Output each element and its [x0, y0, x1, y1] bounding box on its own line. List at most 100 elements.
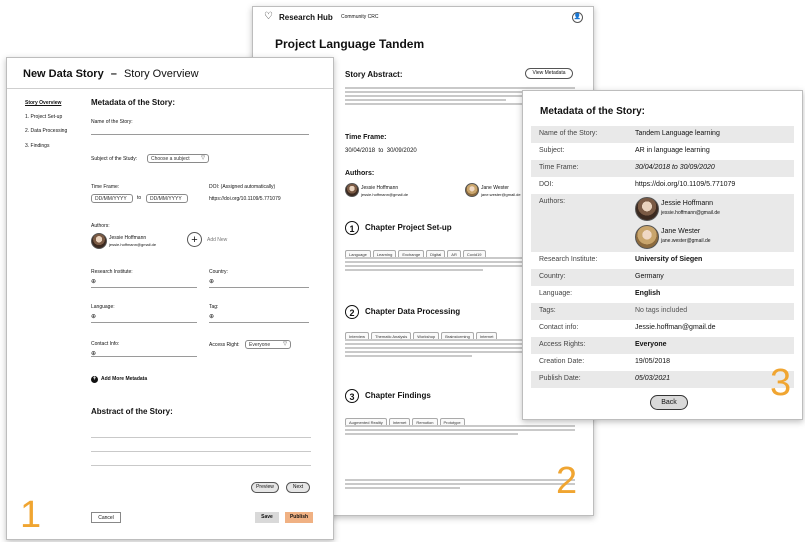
save-button[interactable]: Save — [255, 512, 279, 523]
meta-row: Name of the Story: Tandem Language learni… — [531, 126, 794, 143]
user-icon[interactable]: 👤 — [572, 12, 583, 23]
chevron-down-icon: ▽ — [283, 341, 287, 347]
institute-input[interactable] — [91, 287, 197, 288]
name-input[interactable] — [91, 134, 309, 135]
tag-label: Tag: — [209, 304, 219, 310]
meta-value: 30/04/2018 to 30/09/2020 — [635, 164, 715, 171]
header-dash: – — [110, 68, 117, 80]
back-button[interactable]: Back — [650, 395, 688, 410]
meta-value: AR in language learning — [635, 147, 710, 154]
chapter-number: 2 — [345, 305, 359, 319]
chapter-number: 1 — [345, 221, 359, 235]
country-add-icon[interactable]: ⊕ — [209, 278, 214, 285]
chapter-title[interactable]: Chapter Data Processing — [365, 307, 460, 316]
meta-row: Access Rights: Everyone — [531, 337, 794, 354]
chevron-down-icon: ▽ — [201, 155, 205, 161]
language-add-icon[interactable]: ⊕ — [91, 313, 96, 320]
meta-key: Creation Date: — [539, 358, 585, 365]
meta-key: DOI: — [539, 181, 554, 188]
date-to-input[interactable]: DD/MM/YYYY — [146, 194, 188, 203]
community-label[interactable]: Community CRC — [341, 14, 379, 20]
sidebar-item-story-overview[interactable]: Story Overview — [25, 100, 61, 106]
add-more-metadata-button[interactable]: + Add More Metadata — [91, 376, 147, 383]
abstract-textarea[interactable] — [91, 424, 311, 468]
author-avatar — [635, 225, 659, 249]
meta-row: Subject: AR in language learning — [531, 143, 794, 160]
institute-label: Research Institute: — [91, 269, 133, 275]
plus-circle-icon: + — [91, 376, 98, 383]
country-input[interactable] — [209, 287, 309, 288]
chapter-number: 3 — [345, 389, 359, 403]
view-metadata-button[interactable]: View Metadata — [525, 68, 573, 79]
author-name[interactable]: Jessie Hoffmann — [361, 185, 398, 191]
author-avatar — [91, 233, 107, 249]
meta-key: Research Institute: — [539, 256, 598, 263]
author-email: jessie.hoffmann@gmail.de — [661, 210, 720, 216]
author-avatar — [465, 183, 479, 197]
doi-label: DOI: (Assigned automatically) — [209, 184, 276, 190]
author-name[interactable]: Jane Wester — [481, 185, 509, 191]
to-label: to — [137, 195, 142, 201]
contact-label: Contact Info: — [91, 341, 120, 347]
page-subtitle: Story Overview — [123, 68, 199, 80]
topbar: ♡ Research Hub Community CRC 👤 — [253, 7, 593, 27]
publish-button[interactable]: Publish — [285, 512, 313, 523]
timeframe-value: 30/04/2018 to 30/09/2020 — [345, 148, 417, 154]
cancel-button[interactable]: Cancel — [91, 512, 121, 523]
contact-input[interactable] — [91, 356, 197, 357]
author-email: jane.wester@gmail.de — [481, 192, 521, 197]
tag-add-icon[interactable]: ⊕ — [209, 313, 214, 320]
subject-label: Subject of the Study: — [91, 156, 138, 162]
date-from-input[interactable]: DD/MM/YYYY — [91, 194, 133, 203]
sidebar-item-project-setup[interactable]: 1. Project Set-up — [25, 114, 62, 120]
meta-value: 19/05/2018 — [635, 358, 671, 365]
access-select-value: Everyone — [249, 342, 271, 348]
meta-row: Tags: No tags included — [531, 303, 794, 320]
meta-value: Germany — [635, 273, 664, 280]
subject-select[interactable]: Choose a subject ▽ — [147, 154, 209, 163]
heart-icon: ♡ — [264, 11, 273, 22]
meta-value: No tags included — [635, 307, 688, 314]
page-title: New Data Story — [23, 68, 104, 80]
authors-heading: Authors: — [345, 170, 375, 177]
meta-key: Name of the Story: — [539, 130, 598, 137]
country-label: Country: — [209, 269, 228, 275]
author-email: jane.wester@gmail.de — [661, 238, 711, 244]
meta-key: Tags: — [539, 307, 556, 314]
meta-row: Contact info: Jessie.hoffman@gmail.de — [531, 320, 794, 337]
screen-new-data-story: New Data Story – Story Overview Story Ov… — [6, 57, 334, 540]
author-email: jessie.hoffmann@gmail.de — [109, 242, 157, 247]
author-name: Jessie Hoffmann — [109, 235, 147, 241]
meta-key: Country: — [539, 273, 566, 280]
date-to: 30/09/2020 — [386, 148, 417, 154]
sidebar-item-data-processing[interactable]: 2. Data Processing — [25, 128, 67, 134]
tag-input[interactable] — [209, 322, 309, 323]
chapter-title[interactable]: Chapter Findings — [365, 391, 431, 400]
chapter-title[interactable]: Chapter Project Set-up — [365, 223, 452, 232]
author-name[interactable]: Jane Wester — [661, 228, 700, 235]
meta-value: Everyone — [635, 341, 667, 348]
access-select[interactable]: Everyone ▽ — [245, 340, 291, 349]
meta-key: Subject: — [539, 147, 565, 154]
author-avatar — [635, 197, 659, 221]
meta-value: Jessie.hoffman@gmail.de — [635, 324, 716, 331]
language-input[interactable] — [91, 322, 197, 323]
meta-key: Access Rights: — [539, 341, 586, 348]
screen-number-2: 2 — [556, 460, 578, 502]
meta-value: Tandem Language learning — [635, 130, 720, 137]
add-new-label[interactable]: Add New — [207, 237, 227, 243]
add-author-button[interactable]: + — [187, 232, 202, 247]
sidebar-item-findings[interactable]: 3. Findings — [25, 143, 49, 149]
chapter-text — [345, 477, 575, 501]
brand-name[interactable]: Research Hub — [279, 13, 333, 22]
institute-add-icon[interactable]: ⊕ — [91, 278, 96, 285]
meta-row-authors: Authors: Jessie Hoffmann jessie.hoffmann… — [531, 194, 794, 252]
next-button[interactable]: Next — [286, 482, 310, 493]
meta-key: Authors: — [539, 198, 566, 205]
author-name[interactable]: Jessie Hoffmann — [661, 200, 713, 207]
preview-button[interactable]: Preview — [251, 482, 279, 493]
screen-number-1: 1 — [20, 494, 42, 536]
meta-row: Creation Date: 19/05/2018 — [531, 354, 794, 371]
plus-icon: + — [191, 234, 198, 246]
meta-row: Time Frame: 30/04/2018 to 30/09/2020 — [531, 160, 794, 177]
